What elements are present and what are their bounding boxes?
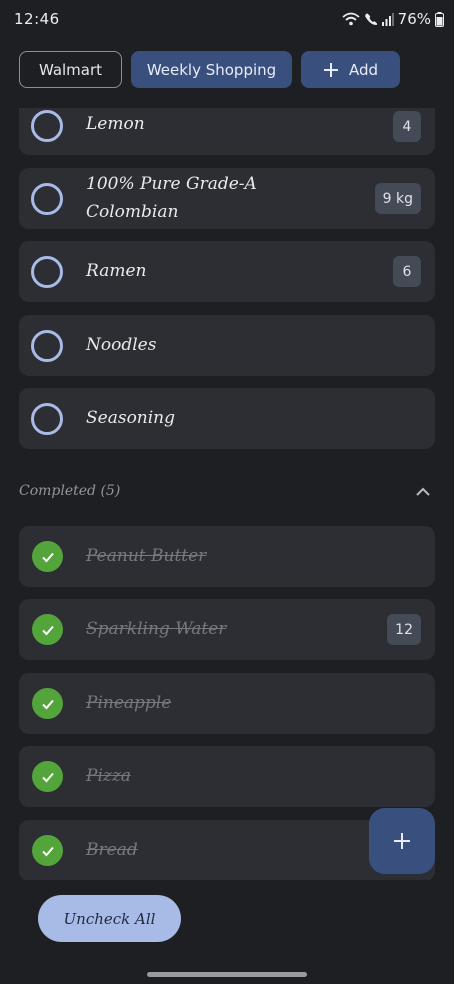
call-icon xyxy=(364,13,377,25)
status-bar: 12:46 76% xyxy=(0,0,454,40)
item-label-line2: Colombian xyxy=(86,202,179,222)
chip-walmart[interactable]: Walmart xyxy=(19,51,122,88)
unchecked-circle-icon[interactable] xyxy=(31,330,63,362)
list-selector-chips: Walmart Weekly Shopping Add xyxy=(19,51,400,88)
item-label: Seasoning xyxy=(86,408,176,428)
chevron-up-icon[interactable] xyxy=(415,484,431,500)
quantity-badge: 9 kg xyxy=(374,183,421,214)
signal-icon xyxy=(381,13,394,26)
completed-item[interactable]: Pizza xyxy=(19,746,435,807)
status-time: 12:46 xyxy=(14,10,60,28)
item-label: Bread xyxy=(86,840,138,860)
check-icon[interactable] xyxy=(32,688,63,719)
item-label: Ramen xyxy=(86,261,147,281)
item-label: Sparkling Water xyxy=(86,619,227,639)
quantity-badge: 6 xyxy=(393,256,421,287)
plus-icon xyxy=(394,833,410,849)
item-label: Pizza xyxy=(86,766,131,786)
item-label: Noodles xyxy=(86,335,157,355)
list-item[interactable]: Lemon 4 xyxy=(19,108,435,155)
list-item[interactable]: Noodles xyxy=(19,315,435,376)
add-list-button[interactable]: Add xyxy=(301,51,400,88)
uncheck-all-button[interactable]: Uncheck All xyxy=(38,895,181,942)
completed-item[interactable]: Sparkling Water 12 xyxy=(19,599,435,660)
wifi-icon xyxy=(342,12,360,26)
item-label-line1: 100% Pure Grade-A xyxy=(86,174,257,194)
unchecked-circle-icon[interactable] xyxy=(31,110,63,142)
item-label: Pineapple xyxy=(86,693,172,713)
quantity-badge: 4 xyxy=(393,111,421,142)
quantity-badge: 12 xyxy=(387,614,421,645)
battery-percent: 76% xyxy=(397,10,431,28)
check-icon[interactable] xyxy=(32,614,63,645)
shopping-list[interactable]: Lemon 4 100% Pure Grade-A Colombian 9 kg… xyxy=(19,108,435,880)
add-list-label: Add xyxy=(348,60,379,79)
completed-section-header[interactable]: Completed (5) xyxy=(19,480,435,504)
completed-item[interactable]: Peanut Butter xyxy=(19,526,435,587)
completed-item[interactable]: Pineapple xyxy=(19,673,435,734)
unchecked-circle-icon[interactable] xyxy=(31,256,63,288)
unchecked-circle-icon[interactable] xyxy=(31,183,63,215)
completed-title: Completed (5) xyxy=(19,483,121,499)
check-icon[interactable] xyxy=(32,541,63,572)
list-item[interactable]: Ramen 6 xyxy=(19,241,435,302)
status-icons: 76% xyxy=(342,10,444,28)
list-item[interactable]: Seasoning xyxy=(19,388,435,449)
battery-icon xyxy=(435,11,444,27)
add-item-fab[interactable] xyxy=(369,808,435,874)
item-label: Lemon xyxy=(86,114,145,134)
check-icon[interactable] xyxy=(32,835,63,866)
gesture-home-bar[interactable] xyxy=(147,972,307,977)
list-item[interactable]: 100% Pure Grade-A Colombian 9 kg xyxy=(19,168,435,229)
unchecked-circle-icon[interactable] xyxy=(31,403,63,435)
item-label: Peanut Butter xyxy=(86,546,207,566)
check-icon[interactable] xyxy=(32,761,63,792)
chip-weekly-shopping[interactable]: Weekly Shopping xyxy=(131,51,292,88)
plus-icon xyxy=(323,62,338,77)
